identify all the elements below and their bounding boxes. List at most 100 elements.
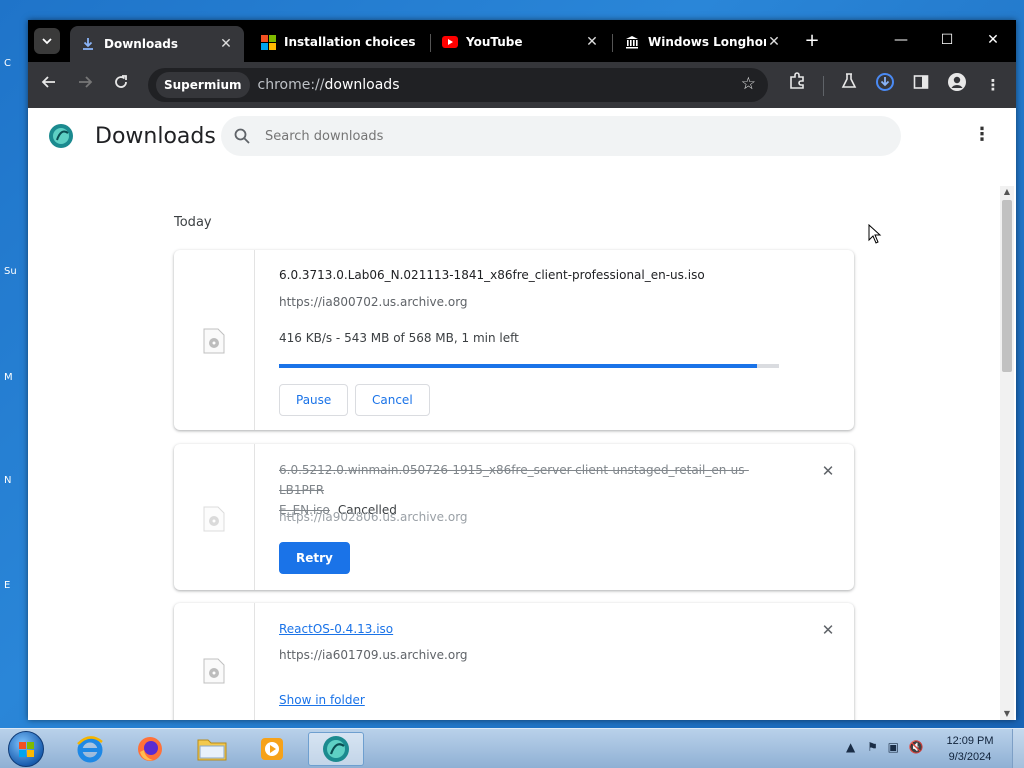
tab-installation-choices[interactable]: Installation choices [250, 26, 428, 58]
download-progress-text: 416 KB/s - 543 MB of 568 MB, 1 min left [279, 331, 519, 345]
file-icon-column [174, 444, 255, 590]
disc-file-icon [203, 328, 225, 354]
supermium-icon [323, 736, 349, 762]
downloads-header: Downloads ⋮ [28, 108, 1016, 164]
download-progress-bar [279, 364, 779, 368]
address-bar[interactable]: Supermium chrome://downloads ☆ [148, 68, 768, 102]
filename-line-1: 6.0.5212.0.winmain.050726-1915_x86fre_se… [279, 463, 749, 497]
windows-icon [260, 34, 276, 50]
tab-separator [430, 34, 431, 52]
maximize-button[interactable]: ☐ [930, 28, 964, 52]
taskbar: ▲ ⚑ ▣ 🔇 12:09 PM 9/3/2024 [0, 728, 1024, 768]
cancel-button[interactable]: Cancel [355, 384, 430, 416]
download-origin: https://ia601709.us.archive.org [279, 648, 468, 662]
back-arrow-icon [41, 76, 55, 88]
page-scrollbar[interactable]: ▲ ▼ [1000, 186, 1014, 720]
tab-title: YouTube [466, 35, 523, 49]
retry-button[interactable]: Retry [279, 542, 350, 574]
remove-from-list-icon[interactable]: ✕ [820, 463, 836, 479]
tab-title: Installation choices [284, 35, 416, 49]
progress-bar-fill [279, 364, 757, 368]
taskbar-supermium[interactable] [308, 732, 364, 766]
download-item: 6.0.5212.0.winmain.050726-1915_x86fre_se… [174, 444, 854, 590]
extensions-icon[interactable] [784, 72, 810, 98]
chevron-down-icon [42, 38, 52, 45]
action-center-flag-icon[interactable]: ⚑ [867, 740, 878, 754]
search-box[interactable] [221, 116, 901, 156]
toolbar-separator [823, 76, 824, 96]
download-origin: https://ia800702.us.archive.org [279, 295, 468, 309]
taskbar-media-player[interactable] [244, 732, 300, 766]
taskbar-file-explorer[interactable] [184, 732, 240, 766]
show-in-folder-link[interactable]: Show in folder [279, 693, 365, 707]
url-host: downloads [324, 77, 400, 93]
scroll-down-arrow-icon[interactable]: ▼ [1000, 708, 1014, 720]
show-desktop-button[interactable] [1012, 729, 1024, 768]
desktop-icon[interactable]: E [4, 580, 22, 591]
tab-search-button[interactable] [34, 28, 60, 54]
browser-toolbar: Supermium chrome://downloads ☆ ⋮ [28, 62, 1016, 108]
desktop-icon[interactable]: Su [4, 266, 22, 277]
tab-separator [612, 34, 613, 52]
scroll-up-arrow-icon[interactable]: ▲ [1000, 186, 1014, 198]
tab-strip: Downloads ✕ Installation choices YouTube… [28, 20, 1016, 62]
browser-menu-icon[interactable]: ⋮ [980, 72, 1006, 98]
bookmark-star-icon[interactable]: ☆ [741, 74, 756, 94]
browser-window: Downloads ✕ Installation choices YouTube… [28, 20, 1016, 720]
clock-date: 9/3/2024 [948, 751, 992, 763]
search-icon [234, 128, 250, 144]
desktop-icon[interactable]: M [4, 372, 22, 383]
close-icon[interactable]: ✕ [584, 34, 600, 50]
back-button[interactable] [36, 72, 62, 98]
archive-icon [624, 34, 640, 50]
disc-file-icon [203, 506, 225, 532]
download-filename[interactable]: 6.0.3713.0.Lab06_N.021113-1841_x86fre_cl… [279, 265, 779, 285]
close-icon[interactable]: ✕ [218, 36, 234, 52]
start-button[interactable] [8, 731, 44, 767]
search-input[interactable] [265, 128, 825, 144]
internet-explorer-icon [77, 736, 103, 763]
side-panel-icon[interactable] [908, 72, 934, 98]
date-section-label: Today [174, 215, 212, 230]
pause-button[interactable]: Pause [279, 384, 349, 416]
desktop-icon[interactable]: C [4, 58, 22, 69]
file-icon-column [174, 250, 255, 430]
tab-youtube[interactable]: YouTube ✕ [432, 26, 610, 58]
reload-icon [115, 75, 127, 88]
downloads-page: Downloads ⋮ Today 6.0.3713.0.Lab06_N.021… [28, 108, 1016, 720]
new-tab-button[interactable]: + [802, 30, 822, 52]
taskbar-internet-explorer[interactable] [62, 732, 118, 766]
volume-muted-icon[interactable]: 🔇 [909, 740, 924, 754]
download-filename-link[interactable]: ReactOS-0.4.13.iso [279, 622, 393, 636]
more-actions-icon[interactable]: ⋮ [973, 124, 991, 148]
minimize-button[interactable]: — [884, 28, 918, 52]
taskbar-firefox[interactable] [122, 732, 178, 766]
browser-chip[interactable]: Supermium [156, 72, 250, 98]
folder-icon [197, 739, 227, 761]
show-hidden-icons-icon[interactable]: ▲ [846, 740, 855, 754]
profile-avatar-icon[interactable] [944, 72, 970, 98]
close-icon[interactable]: ✕ [766, 34, 782, 50]
taskbar-clock[interactable]: 12:09 PM 9/3/2024 [938, 733, 1002, 765]
url-scheme: chrome:// [257, 77, 325, 93]
scrollbar-thumb[interactable] [1002, 200, 1012, 372]
close-window-button[interactable]: ✕ [976, 28, 1010, 52]
download-item: 6.0.3713.0.Lab06_N.021113-1841_x86fre_cl… [174, 250, 854, 430]
reload-button[interactable] [108, 72, 134, 98]
media-player-icon [261, 738, 283, 760]
tab-title: Downloads [104, 37, 179, 51]
remove-from-list-icon[interactable]: ✕ [820, 622, 836, 638]
tab-windows-longhorn[interactable]: Windows Longhorn ✕ [614, 26, 792, 58]
download-icon [80, 36, 96, 52]
system-tray: ▲ ⚑ ▣ 🔇 [846, 740, 924, 754]
forward-button[interactable] [72, 72, 98, 98]
download-status-icon[interactable] [872, 72, 898, 98]
firefox-icon [138, 737, 162, 761]
file-icon-column [174, 603, 255, 720]
network-icon[interactable]: ▣ [888, 740, 899, 754]
url-text[interactable]: chrome://downloads [258, 77, 400, 93]
labs-flask-icon[interactable] [836, 72, 862, 98]
tab-downloads[interactable]: Downloads ✕ [70, 26, 244, 62]
desktop-icon[interactable]: N [4, 475, 22, 486]
youtube-icon [442, 34, 458, 50]
